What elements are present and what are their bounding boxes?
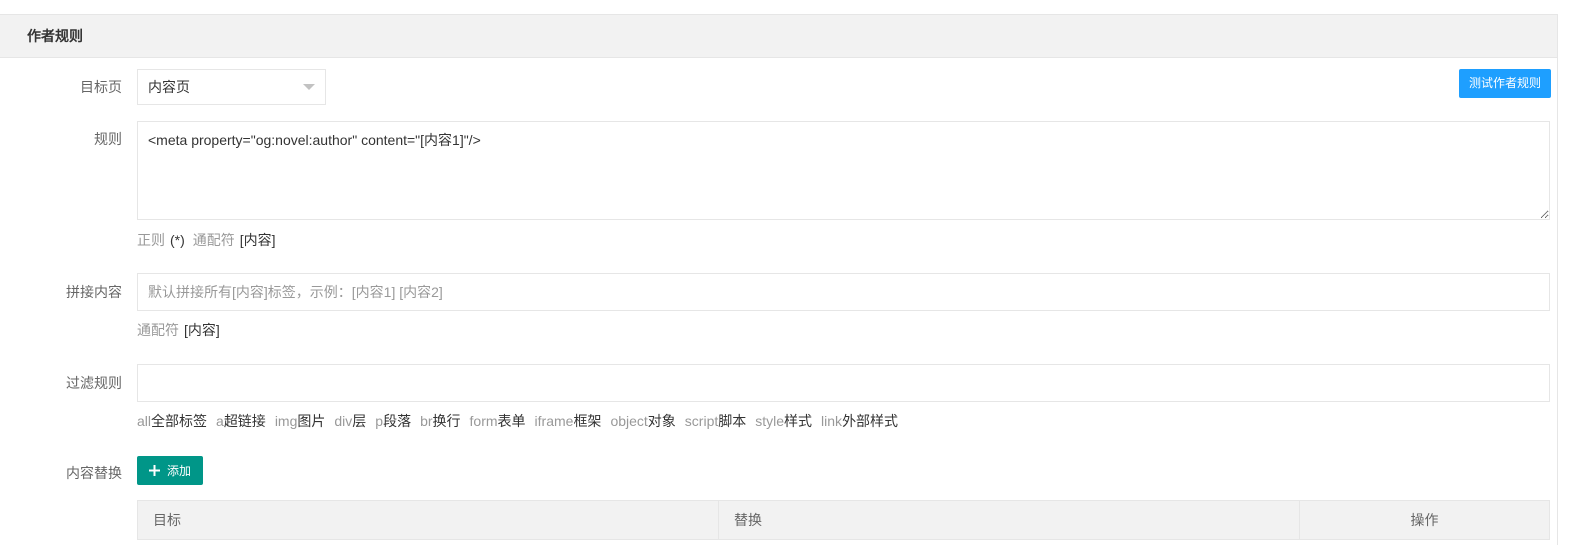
tag-name: 对象	[647, 413, 676, 429]
wildcard-hint: 通配符 [内容]	[137, 321, 220, 339]
tag-code: script	[684, 413, 719, 429]
wildcard-hint: 通配符 [内容]	[193, 231, 276, 249]
join-content-input[interactable]	[137, 273, 1550, 311]
tag-code: all	[137, 413, 152, 429]
tag-name: 样式	[784, 413, 813, 429]
add-replace-button[interactable]: 添加	[137, 456, 203, 485]
tag-code: a	[216, 413, 224, 429]
tag-name: 层	[352, 413, 367, 429]
tag-code: link	[821, 413, 843, 429]
tag-code: br	[420, 413, 433, 429]
tag-code: iframe	[534, 413, 574, 429]
target-page-select[interactable]: 内容页	[137, 69, 326, 105]
filter-tag-form[interactable]: form 表单	[470, 412, 526, 430]
tag-code: style	[755, 413, 785, 429]
filter-tag-a[interactable]: a 超链接	[216, 412, 266, 430]
hint-name: 通配符	[192, 232, 235, 248]
hint-name: 正则	[137, 232, 165, 248]
tag-code: div	[334, 413, 353, 429]
filter-tag-div[interactable]: div 层	[334, 412, 366, 430]
join-hint: 通配符 [内容]	[137, 321, 220, 339]
filter-rule-input[interactable]	[137, 364, 1550, 402]
filter-tag-list: all 全部标签 a 超链接 img 图片 div 层 p 段落 br 换行 form 表单 …	[137, 412, 898, 430]
tag-name: 框架	[573, 413, 602, 429]
tag-code: form	[469, 413, 498, 429]
target-page-label: 目标页	[80, 79, 122, 95]
target-page-selected-value: 内容页	[148, 79, 190, 95]
wildcard-insert-link[interactable]: [内容]	[240, 231, 276, 249]
tag-name: 外部样式	[842, 413, 899, 429]
filter-tag-br[interactable]: br 换行	[420, 412, 460, 430]
filter-tag-script[interactable]: script 脚本	[685, 412, 746, 430]
filter-tag-link[interactable]: link 外部样式	[821, 412, 898, 430]
tag-code: p	[375, 413, 384, 429]
tag-name: 脚本	[718, 413, 747, 429]
join-content-label: 拼接内容	[66, 284, 122, 300]
add-button-label: 添加	[166, 464, 191, 478]
tag-name: 表单	[497, 413, 526, 429]
replace-table-header: 目标 替换 操作	[137, 500, 1550, 540]
rule-label: 规则	[94, 131, 122, 147]
filter-tag-style[interactable]: style 样式	[755, 412, 812, 430]
rule-textarea[interactable]: <meta property="og:novel:author" content…	[137, 121, 1550, 220]
column-header-target: 目标	[138, 501, 719, 539]
wildcard-insert-link[interactable]: [内容]	[184, 321, 220, 339]
tag-code: img	[274, 413, 298, 429]
tag-name: 全部标签	[151, 413, 208, 429]
author-rule-panel: 作者规则 目标页 内容页 测试作者规则 规则 <meta property="o…	[0, 14, 1558, 545]
filter-tag-p[interactable]: p 段落	[375, 412, 411, 430]
filter-tag-all[interactable]: all 全部标签	[137, 412, 207, 430]
content-replace-label: 内容替换	[66, 465, 122, 481]
tag-name: 图片	[297, 413, 326, 429]
plus-icon	[148, 465, 160, 476]
column-header-actions: 操作	[1410, 512, 1439, 528]
regex-hint: 正则 (*)	[137, 231, 185, 249]
filter-tag-img[interactable]: img 图片	[275, 412, 326, 430]
test-author-rule-button[interactable]: 测试作者规则	[1459, 69, 1551, 98]
filter-tag-iframe[interactable]: iframe 框架	[535, 412, 602, 430]
tag-name: 换行	[432, 413, 461, 429]
regex-insert-link[interactable]: (*)	[170, 231, 185, 249]
filter-rule-label: 过滤规则	[66, 375, 122, 391]
tag-code: object	[610, 413, 648, 429]
rule-hint: 正则 (*) 通配符 [内容]	[137, 231, 276, 249]
column-header-replace: 替换	[719, 501, 1300, 539]
triangle-down-icon	[303, 84, 315, 90]
tag-name: 超链接	[223, 413, 266, 429]
hint-name: 通配符	[137, 322, 179, 338]
filter-tag-object[interactable]: object 对象	[610, 412, 675, 430]
panel-title: 作者规则	[0, 14, 1557, 58]
tag-name: 段落	[383, 413, 412, 429]
